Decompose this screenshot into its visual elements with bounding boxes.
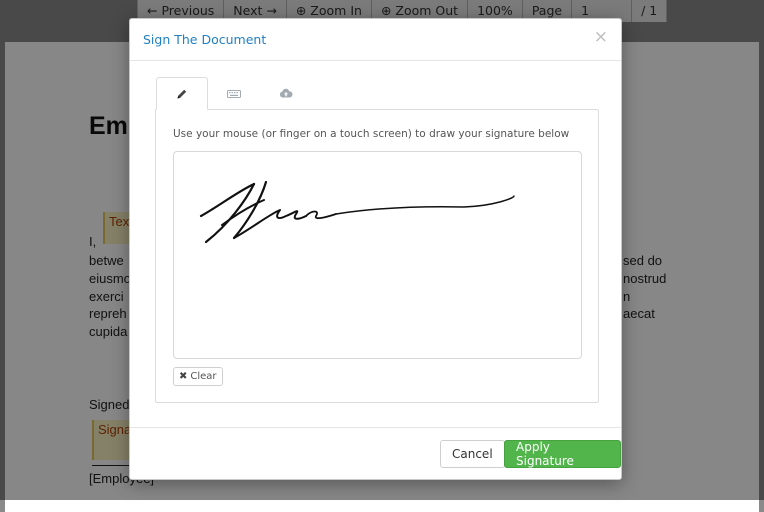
clear-button[interactable]: ✖ Clear [173, 367, 223, 386]
tab-type[interactable] [208, 77, 260, 110]
signature-pad[interactable] [173, 151, 582, 359]
draw-panel: Use your mouse (or finger on a touch scr… [155, 109, 599, 403]
close-icon[interactable]: × [594, 29, 608, 46]
draw-instructions: Use your mouse (or finger on a touch scr… [173, 128, 570, 140]
tab-draw[interactable] [156, 77, 208, 110]
modal-title: Sign The Document [143, 32, 267, 47]
modal-header: Sign The Document × [130, 19, 621, 61]
signature-tabs [156, 77, 312, 110]
apply-signature-button[interactable]: Apply Signature [504, 440, 621, 468]
cloud-upload-icon [279, 88, 293, 98]
keyboard-icon [227, 89, 241, 98]
drawn-signature [199, 180, 515, 244]
cancel-button[interactable]: Cancel [440, 440, 505, 468]
close-icon-small: ✖ [179, 371, 188, 382]
clear-label: Clear [190, 371, 217, 382]
tab-upload[interactable] [260, 77, 312, 110]
sign-document-modal: Sign The Document × Use your mouse (or f… [129, 18, 622, 480]
pencil-icon [177, 89, 187, 98]
modal-footer: Cancel Apply Signature [130, 427, 621, 480]
